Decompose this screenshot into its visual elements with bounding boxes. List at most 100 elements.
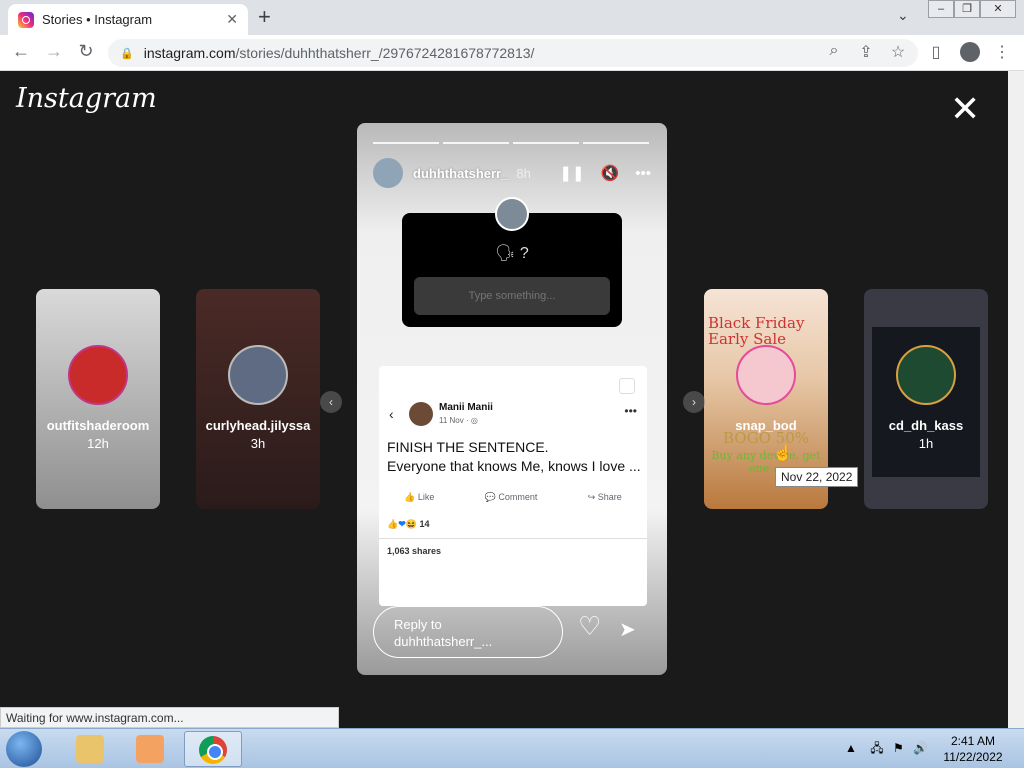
back-chevron-icon: ‹ (389, 406, 394, 422)
post-divider (379, 538, 647, 539)
previous-story-button[interactable]: ‹ (320, 391, 342, 413)
post-author-name: Manii Manii (439, 402, 493, 413)
browser-tab[interactable]: Stories • Instagram ✕ (8, 4, 248, 35)
story-author-name[interactable]: duhhthatsherr_ (413, 166, 508, 181)
progress-segment (583, 142, 649, 144)
promo-title: Black Friday Early Sale (708, 314, 805, 348)
comment-label: Comment (498, 492, 538, 502)
share-label: Share (597, 492, 622, 502)
browser-tab-strip: Stories • Instagram ✕ + ⌄ – ❐ ✕ (0, 0, 1024, 35)
profile-avatar-icon[interactable] (960, 42, 980, 62)
system-clock[interactable]: 2:41 AM 11/22/2022 (938, 733, 1008, 765)
action-center-icon[interactable]: ⚑ (893, 741, 904, 755)
question-avatar (495, 197, 529, 231)
date-tooltip: Nov 22, 2022 (775, 467, 859, 487)
instagram-favicon-icon (18, 11, 34, 28)
story-username: curlyhead.jilyssa (205, 418, 311, 433)
question-answer-input[interactable] (414, 277, 610, 315)
story-avatar (68, 345, 128, 405)
story-username: outfitshaderoom (46, 418, 150, 433)
maximize-button[interactable]: ❐ (954, 0, 980, 18)
tab-close-icon[interactable]: ✕ (226, 11, 238, 28)
explorer-taskbar-button[interactable] (62, 731, 120, 767)
story-username: snap_bod (735, 418, 797, 433)
question-text: 🗣 ? (402, 243, 622, 263)
speaking-head-icon: 🗣 (495, 245, 516, 262)
tab-search-chevron-icon[interactable]: ⌄ (897, 7, 909, 24)
media-player-taskbar-button[interactable] (122, 731, 180, 767)
mute-icon[interactable]: 🔇 (601, 164, 620, 182)
zoom-search-icon[interactable]: ⌕ (824, 42, 844, 60)
show-hidden-icons-icon[interactable]: ▲ (845, 741, 857, 755)
question-sticker: 🗣 ? (402, 197, 622, 327)
close-stories-icon[interactable]: ✕ (950, 91, 980, 127)
browser-status-bar: Waiting for www.instagram.com... (0, 707, 339, 728)
reaction-count: 👍❤😆 14 (387, 519, 429, 530)
question-mark: ? (519, 245, 529, 262)
volume-icon[interactable]: 🔊 (913, 741, 928, 755)
send-direct-icon[interactable]: ➤ (619, 617, 636, 642)
story-header: duhhthatsherr_ 8h ❚❚ 🔇 ••• (373, 157, 651, 189)
more-options-icon[interactable]: ••• (635, 165, 651, 182)
stories-viewer: Instagram ✕ outfitshaderoom 12h curlyhea… (0, 71, 1008, 728)
reply-input[interactable]: Reply to duhhthatsherr_... (373, 606, 563, 658)
story-avatar (896, 345, 956, 405)
active-story[interactable]: duhhthatsherr_ 8h ❚❚ 🔇 ••• 🗣 ? ‹ Manii M… (357, 123, 667, 675)
instagram-logo[interactable]: Instagram (16, 83, 157, 114)
menu-kebab-icon[interactable]: ⋮ (992, 42, 1012, 62)
side-panel-icon[interactable]: ▯ (926, 42, 946, 62)
progress-segment (443, 142, 509, 144)
post-author-avatar (409, 402, 433, 426)
like-heart-icon[interactable]: ♡ (578, 611, 601, 642)
clock-date: 11/22/2022 (943, 750, 1003, 764)
comment-action: 💬 Comment (484, 492, 538, 502)
page-scrollbar[interactable] (1008, 71, 1024, 728)
story-author-avatar[interactable] (373, 158, 403, 188)
story-age: 8h (516, 165, 531, 181)
minimize-button[interactable]: – (928, 0, 954, 18)
pause-icon[interactable]: ❚❚ (559, 164, 584, 182)
lock-icon[interactable]: 🔒 (120, 47, 134, 60)
clock-time: 2:41 AM (950, 734, 996, 748)
url-path: /stories/duhhthatsherr_/2976724281678772… (235, 45, 535, 61)
story-age: 12h (87, 436, 109, 451)
progress-segment (373, 142, 439, 144)
close-window-button[interactable]: ✕ (980, 0, 1016, 18)
reaction-icons: 👍❤😆 (387, 519, 417, 529)
story-age: 1h (918, 436, 934, 451)
post-checkbox (619, 378, 635, 394)
reload-icon[interactable]: ↻ (74, 41, 98, 62)
post-text-line-1: FINISH THE SENTENCE. (387, 439, 549, 455)
like-action: 👍 Like (404, 492, 435, 502)
forward-arrow-icon[interactable]: → (42, 41, 66, 62)
story-preview-curlyhead[interactable]: curlyhead.jilyssa 3h (196, 289, 320, 509)
address-toolbar: ← → ↻ 🔒 instagram.com/stories/duhhthatsh… (0, 35, 1024, 71)
story-progress-bars (373, 142, 649, 144)
share-icon[interactable]: ⇪ (856, 42, 876, 62)
back-arrow-icon[interactable]: ← (9, 41, 33, 62)
post-date: 11 Nov · ◎ (439, 416, 478, 425)
share-action: ↪ Share (587, 492, 622, 502)
folder-icon (76, 735, 104, 763)
post-text-line-2: Everyone that knows Me, knows I love ... (387, 458, 641, 474)
story-preview-outfitshaderoom[interactable]: outfitshaderoom 12h (36, 289, 160, 509)
reaction-number: 14 (419, 519, 430, 529)
bookmark-star-icon[interactable]: ☆ (888, 42, 908, 62)
start-button[interactable] (6, 731, 42, 767)
story-username: cd_dh_kass (888, 418, 964, 433)
new-tab-button[interactable]: + (258, 6, 271, 28)
chrome-icon (199, 736, 227, 764)
progress-segment (513, 142, 579, 144)
windows-taskbar: ▲ 🖧 ⚑ 🔊 2:41 AM 11/22/2022 (0, 728, 1024, 768)
shares-count: 1,063 shares (387, 546, 442, 556)
shared-facebook-post: ‹ Manii Manii 11 Nov · ◎ ••• FINISH THE … (379, 366, 647, 606)
tab-title: Stories • Instagram (42, 12, 153, 27)
mouse-pointer-icon: ☝ (773, 445, 793, 462)
next-story-button[interactable]: › (683, 391, 705, 413)
story-avatar (228, 345, 288, 405)
network-icon[interactable]: 🖧 (870, 741, 883, 755)
story-preview-cd-dh-kass[interactable]: cd_dh_kass 1h (864, 289, 988, 509)
chrome-taskbar-button[interactable] (184, 731, 242, 767)
address-bar[interactable]: 🔒 instagram.com/stories/duhhthatsherr_/2… (108, 39, 918, 67)
like-label: Like (417, 492, 435, 502)
